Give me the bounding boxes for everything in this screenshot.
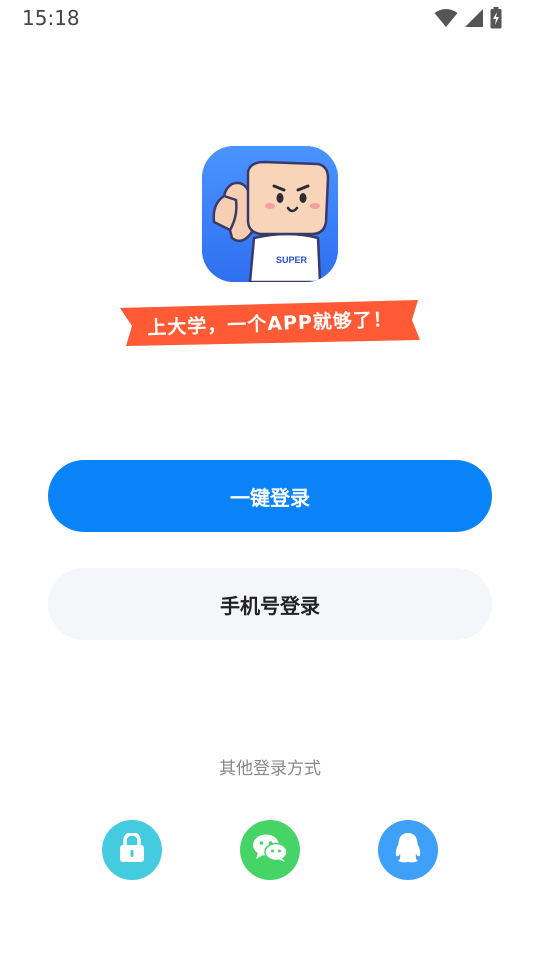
phone-login-button[interactable]: 手机号登录 bbox=[48, 568, 492, 640]
signal-icon bbox=[464, 8, 484, 28]
wechat-icon bbox=[252, 833, 288, 867]
slogan-text: 上大学，一个APP就够了！ bbox=[146, 308, 394, 339]
status-icons bbox=[434, 7, 502, 29]
status-bar: 15:18 bbox=[0, 0, 540, 36]
wifi-icon bbox=[434, 8, 458, 28]
other-login-title: 其他登录方式 bbox=[219, 759, 321, 779]
lock-icon bbox=[119, 832, 145, 867]
battery-charging-icon bbox=[490, 7, 502, 29]
app-logo: SUPER bbox=[202, 146, 338, 282]
shirt-text: SUPER bbox=[276, 255, 308, 265]
one-click-login-button[interactable]: 一键登录 bbox=[48, 460, 492, 532]
qq-icon bbox=[394, 832, 422, 868]
wechat-login-button[interactable] bbox=[240, 820, 300, 880]
status-time: 15:18 bbox=[22, 6, 80, 30]
slogan-banner: 上大学，一个APP就够了！ bbox=[118, 296, 422, 348]
mascot-illustration: SUPER bbox=[202, 146, 338, 282]
password-login-button[interactable] bbox=[102, 820, 162, 880]
qq-login-button[interactable] bbox=[378, 820, 438, 880]
